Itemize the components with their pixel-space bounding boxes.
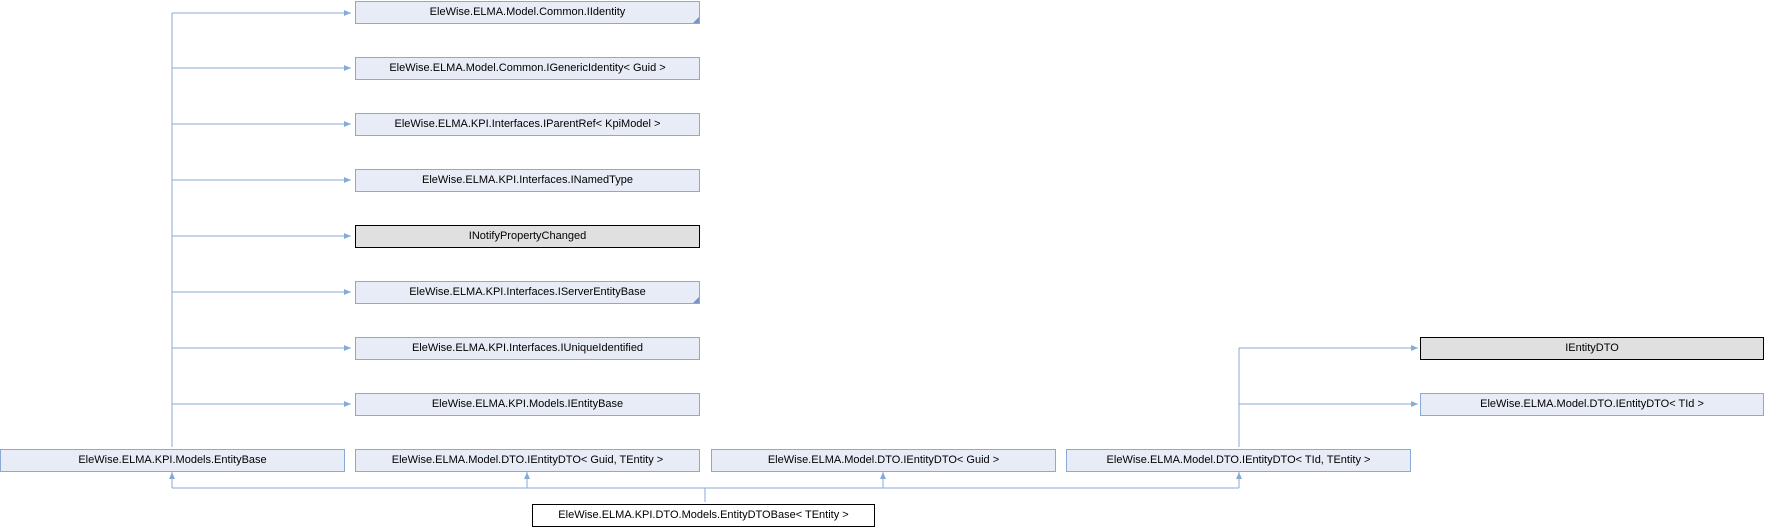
- class-node-ientitybase[interactable]: EleWise.ELMA.KPI.Models.IEntityBase: [355, 393, 700, 416]
- class-node-entitydtobase: EleWise.ELMA.KPI.DTO.Models.EntityDTOBas…: [532, 504, 875, 527]
- class-node-iidentity[interactable]: EleWise.ELMA.Model.Common.IIdentity: [355, 1, 700, 24]
- class-node-inotifypropertychanged: INotifyPropertyChanged: [355, 225, 700, 248]
- class-node-label: EleWise.ELMA.KPI.Models.IEntityBase: [431, 398, 624, 410]
- class-node-ientitydto-tid[interactable]: EleWise.ELMA.Model.DTO.IEntityDTO< TId >: [1420, 393, 1764, 416]
- class-node-label: EleWise.ELMA.Model.DTO.IEntityDTO< Guid …: [767, 454, 1000, 466]
- class-node-inamedtype[interactable]: EleWise.ELMA.KPI.Interfaces.INamedType: [355, 169, 700, 192]
- class-node-label: EleWise.ELMA.KPI.Interfaces.IServerEntit…: [409, 286, 646, 298]
- class-node-iuniqueidentified[interactable]: EleWise.ELMA.KPI.Interfaces.IUniqueIdent…: [355, 337, 700, 360]
- class-node-label: EleWise.ELMA.KPI.Interfaces.IUniqueIdent…: [411, 342, 644, 354]
- class-node-ientitydto: IEntityDTO: [1420, 337, 1764, 360]
- class-node-label: EleWise.ELMA.Model.DTO.IEntityDTO< TId, …: [1106, 454, 1371, 466]
- class-node-label: EleWise.ELMA.Model.DTO.IEntityDTO< TId >: [1480, 398, 1704, 410]
- class-node-iserverentitybase[interactable]: EleWise.ELMA.KPI.Interfaces.IServerEntit…: [355, 281, 700, 304]
- class-node-label: EleWise.ELMA.KPI.Models.EntityBase: [78, 454, 267, 466]
- class-node-label: INotifyPropertyChanged: [468, 230, 587, 242]
- collapsed-indicator-icon: [693, 297, 699, 303]
- class-node-entitybase[interactable]: EleWise.ELMA.KPI.Models.EntityBase: [0, 449, 345, 472]
- class-node-ientitydto-guid[interactable]: EleWise.ELMA.Model.DTO.IEntityDTO< Guid …: [711, 449, 1056, 472]
- class-node-ientitydto-guid-tentity[interactable]: EleWise.ELMA.Model.DTO.IEntityDTO< Guid,…: [355, 449, 700, 472]
- inheritance-diagram: EleWise.ELMA.Model.Common.IIdentity EleW…: [0, 0, 1765, 528]
- class-node-ientitydto-tid-tentity[interactable]: EleWise.ELMA.Model.DTO.IEntityDTO< TId, …: [1066, 449, 1411, 472]
- class-node-igeneric-identity[interactable]: EleWise.ELMA.Model.Common.IGenericIdenti…: [355, 57, 700, 80]
- class-node-label: IEntityDTO: [1565, 342, 1619, 354]
- class-node-label: EleWise.ELMA.Model.DTO.IEntityDTO< Guid,…: [391, 454, 664, 466]
- class-node-label: EleWise.ELMA.Model.Common.IIdentity: [429, 6, 626, 18]
- class-node-iparentref[interactable]: EleWise.ELMA.KPI.Interfaces.IParentRef< …: [355, 113, 700, 136]
- class-node-label: EleWise.ELMA.KPI.DTO.Models.EntityDTOBas…: [558, 509, 849, 521]
- class-node-label: EleWise.ELMA.KPI.Interfaces.INamedType: [422, 174, 633, 186]
- class-node-label: EleWise.ELMA.KPI.Interfaces.IParentRef< …: [394, 118, 661, 130]
- collapsed-indicator-icon: [693, 17, 699, 23]
- class-node-label: EleWise.ELMA.Model.Common.IGenericIdenti…: [389, 62, 666, 74]
